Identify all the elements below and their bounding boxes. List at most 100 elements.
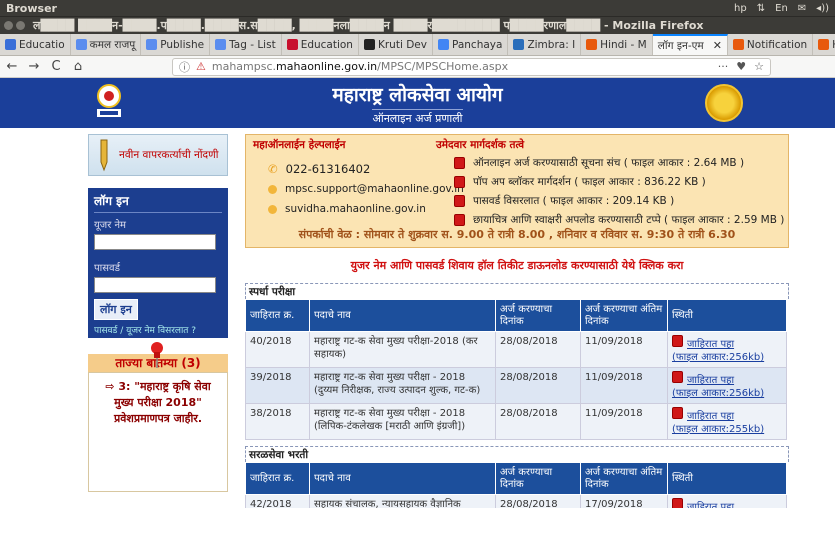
login-button[interactable]: लॉग इन: [94, 299, 138, 320]
tab-label: लॉग इन-एम: [657, 39, 704, 52]
site-header: महाराष्ट्र लोकसेवा आयोग ऑनलाइन अर्ज प्रण…: [0, 78, 835, 128]
username-label: यूजर नेम: [94, 220, 127, 231]
password-label: पासवर्ड: [94, 263, 120, 274]
tab-label: Notification: [746, 38, 808, 51]
info-icon[interactable]: ⓘ: [179, 59, 190, 75]
guideline-item[interactable]: ऑनलाइन अर्ज करण्यासाठी सूचना संच ( फाइल …: [454, 153, 784, 172]
tab-label: Zimbra: I: [527, 38, 576, 51]
cell-start: 28/08/2018: [495, 367, 581, 404]
helpline-box: महाऑनलाईन हेल्पलाईन उमेदवार मार्गदर्शक त…: [245, 134, 789, 248]
column-header: जाहिरात क्र.: [245, 299, 310, 332]
network-icon[interactable]: ⇅: [757, 3, 765, 14]
close-window-button[interactable]: [4, 21, 13, 30]
suvidha-link[interactable]: suvidha.mahaonline.gov.in: [285, 203, 426, 215]
browser-tab[interactable]: Kruti Dev: [359, 34, 433, 55]
browser-tab[interactable]: Panchaya: [433, 34, 509, 55]
file-size-label[interactable]: (फाइल आकार:256kb): [672, 388, 764, 399]
view-advertisement-link[interactable]: जाहिरात पहा: [687, 339, 734, 350]
column-header: स्थिती: [667, 299, 787, 332]
cell-status: जाहिरात पहा (फाइल आकार:255kb): [667, 403, 787, 440]
browser-tab[interactable]: Zimbra: I: [508, 34, 582, 55]
minimize-window-button[interactable]: [16, 21, 25, 30]
browser-tab[interactable]: Notification: [728, 34, 814, 55]
browser-tab[interactable]: Publishe: [141, 34, 211, 55]
browser-tab[interactable]: लॉग इन-एम ✕: [652, 34, 728, 55]
tab-favicon-icon: [5, 39, 16, 50]
cell-post: महाराष्ट्र गट-क सेवा मुख्य परीक्षा - 201…: [309, 403, 496, 440]
bookmark-star-icon[interactable]: ☆: [754, 60, 764, 73]
volume-icon[interactable]: ◂)): [816, 3, 829, 14]
tab-label: कमल राजपू: [89, 38, 136, 51]
forward-button[interactable]: →: [26, 59, 42, 74]
cell-status: जाहिरात पहा(फाइल आकार:256kb): [667, 494, 787, 508]
close-tab-icon[interactable]: ✕: [713, 39, 722, 52]
column-header: अर्ज करण्याचा दिनांक: [495, 299, 581, 332]
browser-tab[interactable]: Education: [282, 34, 359, 55]
column-header: अर्ज करण्याचा दिनांक: [495, 462, 581, 495]
login-title: लॉग इन: [94, 192, 222, 213]
browser-tab[interactable]: H: [813, 34, 835, 55]
url-actions: ··· ♥ ☆: [718, 60, 764, 73]
news-list: ⇨ 3: "महाराष्ट्र कृषि सेवा मुख्य परीक्षा…: [88, 372, 228, 492]
guideline-item[interactable]: पॉप अप ब्लॉकर मार्गदर्शन ( फाइल आकार : 8…: [454, 172, 784, 191]
cell-start: 28/08/2018: [495, 331, 581, 368]
cell-end: 11/09/2018: [580, 403, 668, 440]
guideline-link[interactable]: ऑनलाइन अर्ज करण्यासाठी सूचना संच ( फाइल …: [473, 156, 744, 170]
tab-favicon-icon: [437, 39, 449, 50]
keyboard-layout-indicator[interactable]: En: [775, 3, 788, 14]
page-content: नवीन वापरकर्त्याची नोंदणी लॉग इन यूजर ने…: [0, 128, 835, 508]
pocket-icon[interactable]: ♥: [736, 60, 746, 73]
reload-button[interactable]: C: [48, 59, 64, 74]
guideline-link[interactable]: पॉप अप ब्लॉकर मार्गदर्शन ( फाइल आकार : 8…: [473, 175, 706, 189]
pdf-icon: [454, 156, 465, 169]
back-button[interactable]: ←: [4, 59, 20, 74]
cell-end: 11/09/2018: [580, 331, 668, 368]
file-size-label[interactable]: (फाइल आकार:255kb): [672, 424, 764, 435]
insecure-lock-icon: ⚠: [196, 60, 206, 73]
browser-tab[interactable]: Educatio: [0, 34, 71, 55]
pdf-icon: [454, 213, 465, 226]
tab-favicon-icon: [146, 39, 158, 50]
guideline-link[interactable]: छायाचित्र आणि स्वाक्षरी अपलोड करण्यासाठी…: [473, 213, 784, 227]
news-item[interactable]: ⇨ 3: "महाराष्ट्र कृषि सेवा मुख्य परीक्षा…: [95, 379, 221, 427]
helpline-email: mpsc.support@mahaonline.gov.in: [268, 179, 464, 199]
new-user-label: नवीन वापरकर्त्याची नोंदणी: [119, 148, 219, 161]
os-indicators: hp ⇅ En ✉ ◂)): [734, 3, 829, 14]
window-controls: [4, 21, 25, 30]
left-column: नवीन वापरकर्त्याची नोंदणी लॉग इन यूजर ने…: [88, 134, 228, 492]
browser-tab[interactable]: Hindi - M: [581, 34, 653, 55]
cell-no: 42/2018: [245, 494, 310, 508]
new-user-registration-link[interactable]: नवीन वापरकर्त्याची नोंदणी: [88, 134, 228, 176]
support-email-link[interactable]: mpsc.support@mahaonline.gov.in: [285, 183, 464, 195]
mail-icon[interactable]: ✉: [798, 3, 806, 14]
guideline-item[interactable]: पासवर्ड विसरलात ( फाइल आकार : 209.14 KB …: [454, 191, 784, 210]
column-header: स्थिती: [667, 462, 787, 495]
pdf-icon: [454, 194, 465, 207]
hp-icon[interactable]: hp: [734, 3, 747, 14]
hall-ticket-link[interactable]: युजर नेम आणि पासवर्ड शिवाय हॉल तिकीट डाऊ…: [245, 258, 789, 273]
home-button[interactable]: ⌂: [70, 59, 86, 74]
file-size-label[interactable]: (फाइल आकार:256kb): [672, 352, 764, 363]
view-advertisement-link[interactable]: जाहिरात पहा: [687, 411, 734, 422]
table-row: 38/2018 महाराष्ट्र गट-क सेवा मुख्य परीक्ष…: [245, 403, 787, 440]
view-advertisement-link[interactable]: जाहिरात पहा: [687, 375, 734, 386]
state-seal-icon: [705, 84, 743, 122]
address-bar[interactable]: ⓘ ⚠ mahampsc.mahaonline.gov.in/MPSC/MPSC…: [172, 57, 771, 76]
browser-tab[interactable]: कमल राजपू: [71, 34, 142, 55]
cell-no: 39/2018: [245, 367, 310, 404]
guideline-link[interactable]: पासवर्ड विसरलात ( फाइल आकार : 209.14 KB …: [473, 194, 674, 208]
column-header: पदाचे नाव: [309, 299, 496, 332]
password-input[interactable]: [94, 277, 216, 293]
tab-favicon-icon: [586, 39, 598, 50]
username-input[interactable]: [94, 234, 216, 250]
forgot-credentials-link[interactable]: पासवर्ड / यूजर नेम विसरलात ?: [94, 323, 222, 336]
view-advertisement-link[interactable]: जाहिरात पहा: [687, 502, 734, 508]
os-app-name: Browser: [6, 1, 57, 15]
page-actions-button[interactable]: ···: [718, 60, 729, 73]
cell-status: जाहिरात पहा (फाइल आकार:256kb): [667, 331, 787, 368]
main-column: महाऑनलाईन हेल्पलाईन उमेदवार मार्गदर्शक त…: [245, 134, 789, 508]
browser-tab[interactable]: Tag - List: [210, 34, 282, 55]
contact-hours: संपर्काची वेळ : सोमवार ते शुक्रवार स. 9.…: [298, 228, 736, 241]
column-header: अर्ज करण्याचा अंतिम दिनांक: [580, 462, 668, 495]
tab-favicon-icon: [818, 39, 830, 50]
